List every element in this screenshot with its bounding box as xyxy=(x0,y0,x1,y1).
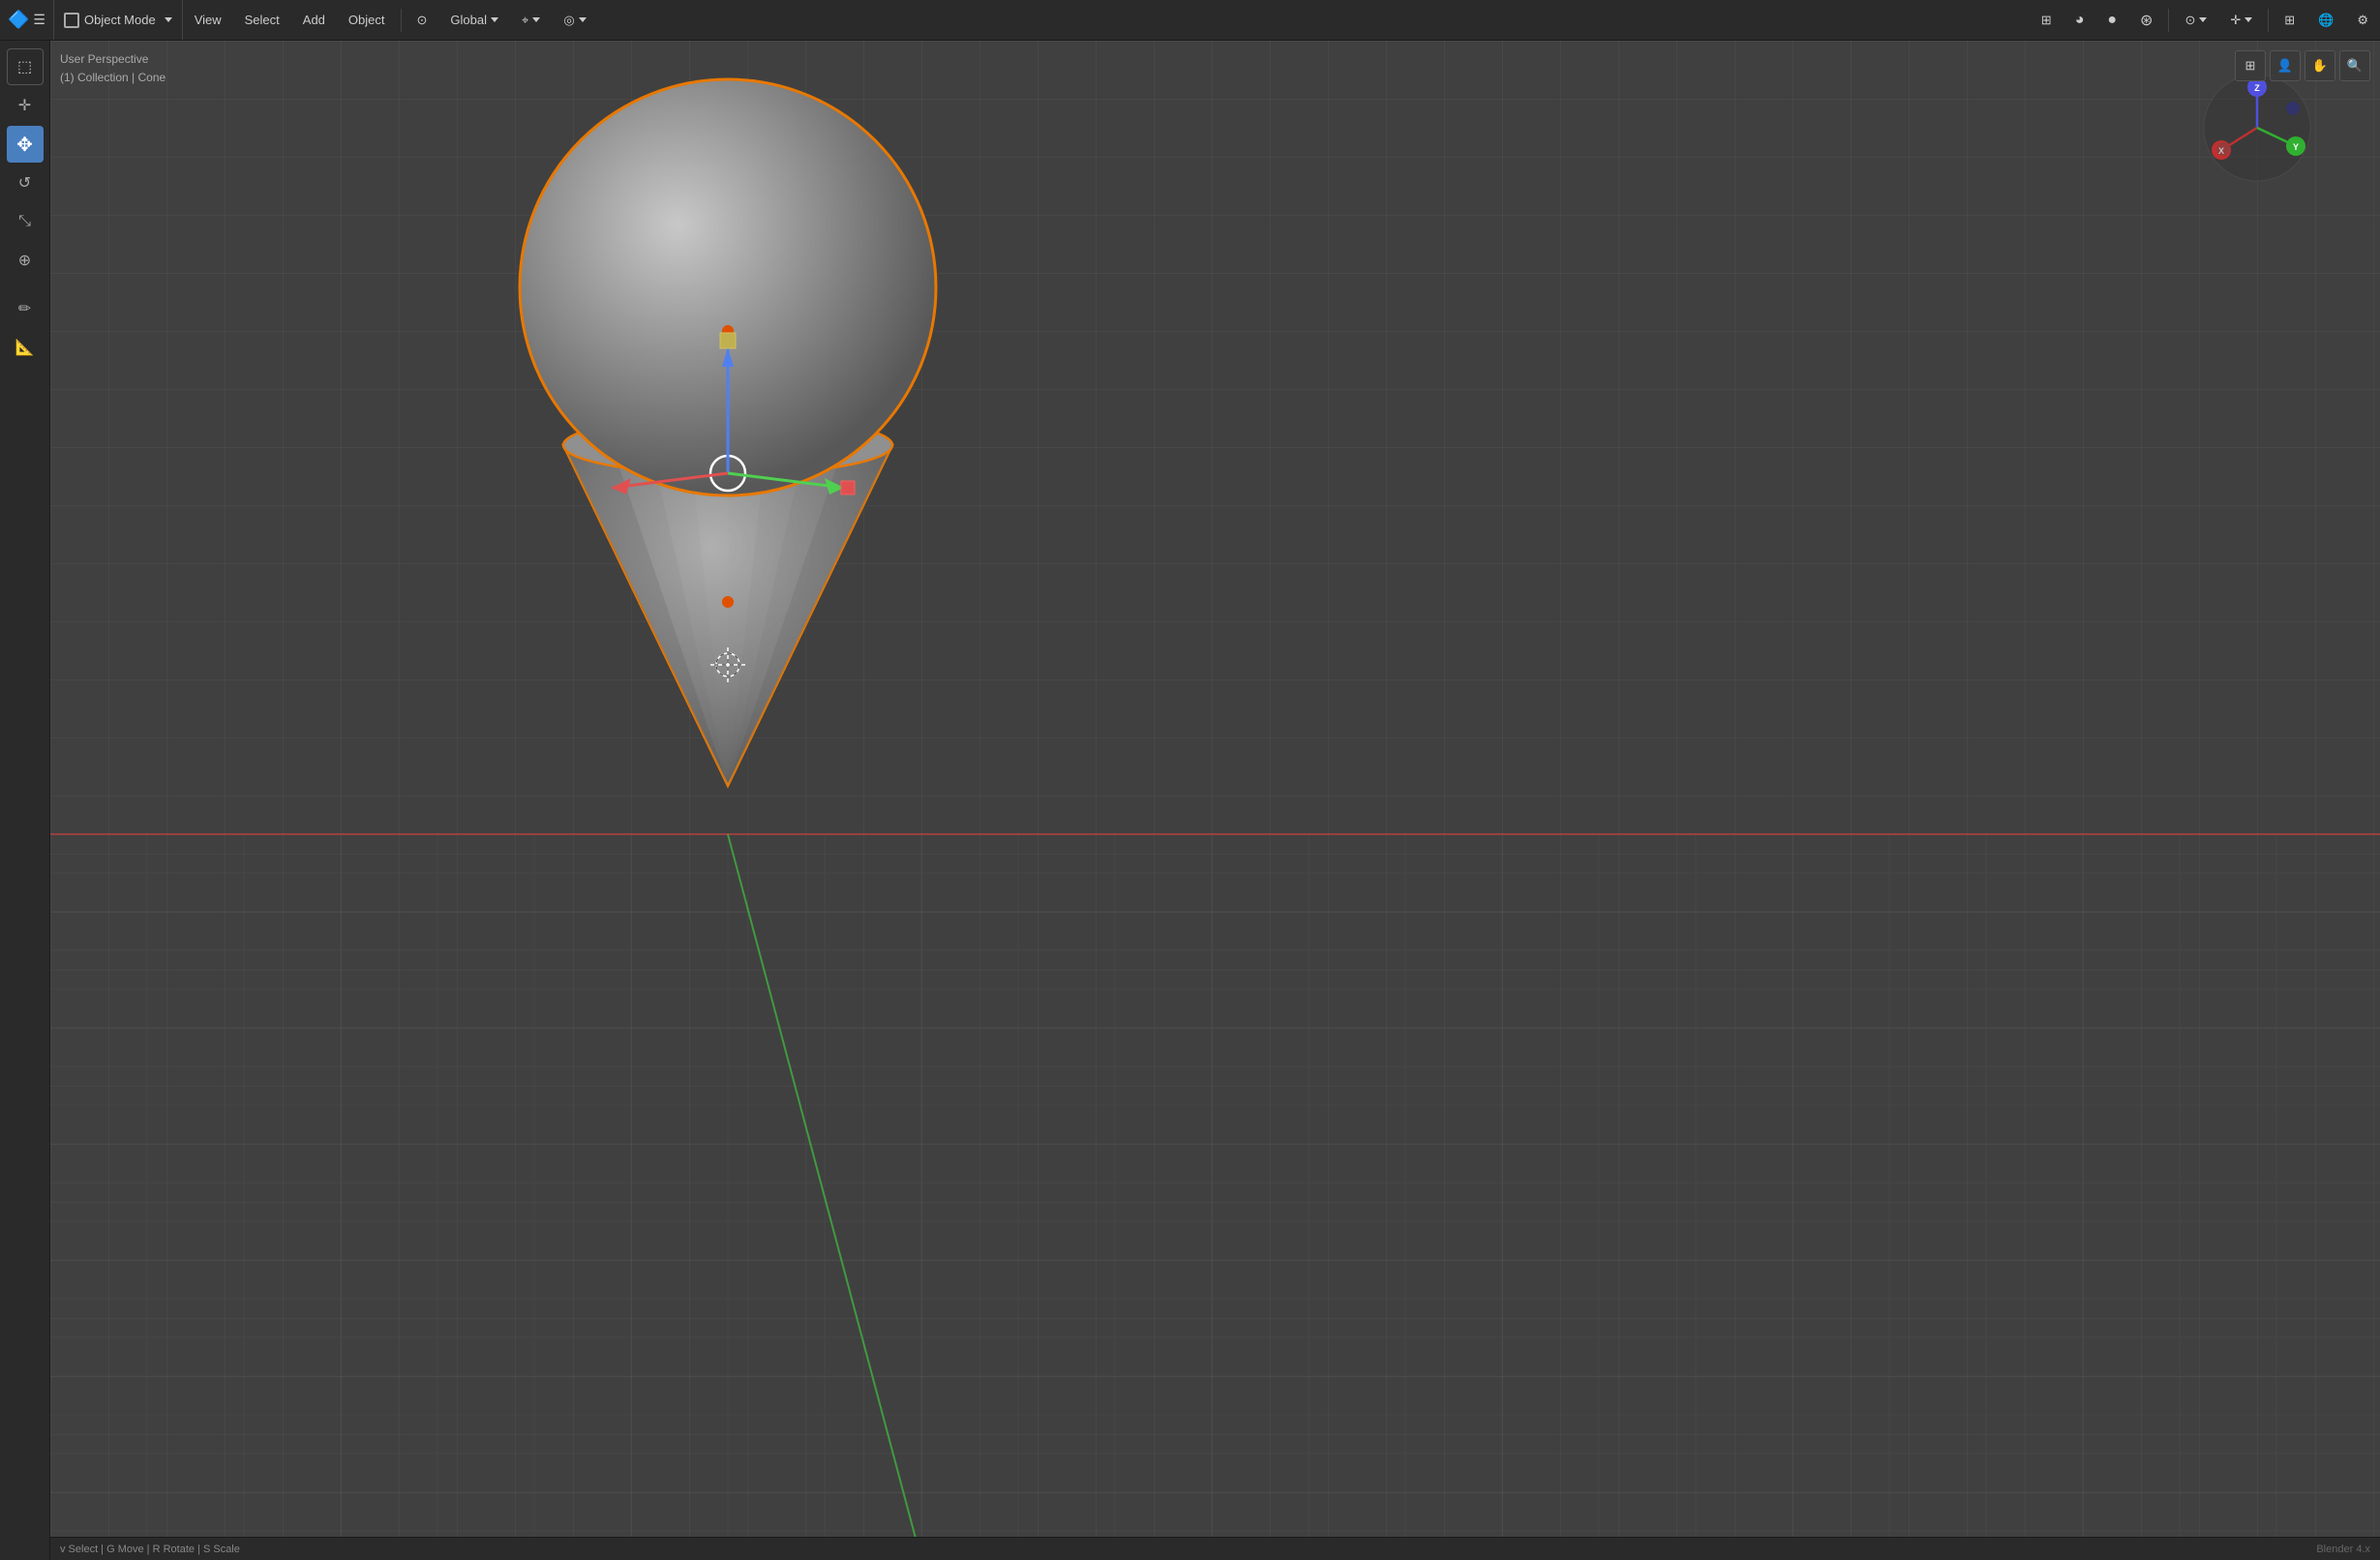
pivot-icon: ⊙ xyxy=(417,13,428,28)
shading-solid-icon: ◕ xyxy=(2075,12,2085,29)
transform-tool[interactable]: ⊕ xyxy=(7,242,44,279)
select-box-tool[interactable]: ⬚ xyxy=(7,48,44,85)
measure-tool[interactable]: 📐 xyxy=(7,329,44,366)
menu-view[interactable]: View xyxy=(183,0,233,40)
gizmo-arrow xyxy=(2244,17,2252,22)
transform-icon: ⊕ xyxy=(18,251,31,270)
editor-type-icon: ⊞ xyxy=(2041,13,2052,28)
viewport-info: User Perspective (1) Collection | Cone xyxy=(60,50,166,87)
overlay-icon: ⊙ xyxy=(2184,13,2195,28)
viewport-top-right-buttons: ⊞ 👤 ✋ 🔍 xyxy=(2235,50,2370,81)
move-icon: ✥ xyxy=(16,133,33,157)
settings-icon-btn[interactable]: ⚙ xyxy=(2345,0,2380,40)
grid-lines-h xyxy=(50,834,2380,1560)
cone-origin xyxy=(722,596,734,608)
viewport-zoom-btn[interactable]: 🔍 xyxy=(2339,50,2370,81)
sep1 xyxy=(401,9,402,32)
gizmo-toggle[interactable]: ✛ xyxy=(2218,0,2264,40)
svg-text:Z: Z xyxy=(2254,83,2260,93)
mode-label: Object Mode xyxy=(84,13,156,27)
sep-right2 xyxy=(2268,9,2269,32)
cursor-tool[interactable]: ✛ xyxy=(7,87,44,124)
gizmo-icon: ✛ xyxy=(2230,13,2241,28)
engine-selector[interactable]: 🔷 ☰ xyxy=(0,0,54,40)
viewport-camera-btn[interactable]: 👤 xyxy=(2270,50,2301,81)
measure-icon: 📐 xyxy=(15,338,35,357)
transform-orientation[interactable]: Global xyxy=(438,0,510,40)
viewport-status: v Select | G Move | R Rotate | S Scale B… xyxy=(50,1537,2380,1560)
toolbar-right: ⊞ ◕ ● ⊛ ⊙ ✛ ⊞ 🌐 ⚙ xyxy=(2030,0,2380,40)
viewport-hand-btn[interactable]: ✋ xyxy=(2305,50,2335,81)
object-mode-dropdown[interactable]: Object Mode xyxy=(54,0,183,40)
scene-svg: Z X Y xyxy=(50,41,2380,1560)
mode-dropdown-arrow xyxy=(165,17,172,22)
menu-object[interactable]: Object xyxy=(337,0,397,40)
menu-icon: ☰ xyxy=(33,12,45,28)
sep-right xyxy=(2168,9,2169,32)
viewport-grid-btn[interactable]: ⊞ xyxy=(2235,50,2266,81)
render-icon-btn[interactable]: 🌐 xyxy=(2306,0,2345,40)
top-toolbar: 🔷 ☰ Object Mode View Select Add Object ⊙… xyxy=(0,0,2380,41)
viewport-shading-rendered[interactable]: ⊛ xyxy=(2128,0,2164,40)
viewport-shading-material[interactable]: ● xyxy=(2095,0,2128,40)
transform-orientation-label: Global xyxy=(450,13,487,27)
collection-label: (1) Collection | Cone xyxy=(60,69,166,87)
perspective-label: User Perspective xyxy=(60,50,166,69)
status-left: v Select | G Move | R Rotate | S Scale xyxy=(60,1544,240,1555)
quad-view[interactable]: ⊞ xyxy=(2273,0,2306,40)
annotate-icon: ✏ xyxy=(18,299,31,318)
left-toolbar: ⬚ ✛ ✥ ↺ ⤡ ⊕ ✏ 📐 xyxy=(0,41,50,1560)
svg-text:Y: Y xyxy=(2293,142,2299,152)
pivot-point[interactable]: ⊙ xyxy=(406,0,439,40)
overlay-toggle[interactable]: ⊙ xyxy=(2173,0,2218,40)
mode-icon xyxy=(64,13,79,28)
settings-icon: ⚙ xyxy=(2357,13,2368,28)
proportional-icon: ◎ xyxy=(563,13,574,28)
snap-arrow xyxy=(532,17,540,22)
annotate-tool[interactable]: ✏ xyxy=(7,290,44,327)
quad-view-icon: ⊞ xyxy=(2284,13,2295,28)
rotate-icon: ↺ xyxy=(18,173,31,193)
rotate-tool[interactable]: ↺ xyxy=(7,165,44,201)
prop-arrow xyxy=(579,17,587,22)
render-icon: 🌐 xyxy=(2318,13,2334,28)
editor-type[interactable]: ⊞ xyxy=(2030,0,2064,40)
snap-toggle[interactable]: ⌖ xyxy=(510,0,552,40)
proportional-editing[interactable]: ◎ xyxy=(552,0,597,40)
select-box-icon: ⬚ xyxy=(17,57,32,76)
shading-material-icon: ● xyxy=(2107,12,2117,29)
3d-viewport[interactable]: Z X Y User Perspective (1) Collection | … xyxy=(50,41,2380,1560)
menu-add[interactable]: Add xyxy=(291,0,337,40)
overlay-arrow xyxy=(2199,17,2207,22)
move-tool[interactable]: ✥ xyxy=(7,126,44,163)
blender-logo-icon: 🔷 xyxy=(8,10,29,30)
shading-rendered-icon: ⊛ xyxy=(2140,11,2153,30)
orient-arrow xyxy=(491,17,498,22)
scale-tool[interactable]: ⤡ xyxy=(7,203,44,240)
cursor-icon: ✛ xyxy=(18,96,31,115)
menu-select[interactable]: Select xyxy=(233,0,291,40)
nav-gizmo[interactable]: Z X Y xyxy=(2204,75,2310,181)
viewport-shading-solid[interactable]: ◕ xyxy=(2064,0,2096,40)
scale-icon: ⤡ xyxy=(18,213,31,230)
status-right: Blender 4.x xyxy=(2316,1544,2370,1555)
snap-icon: ⌖ xyxy=(522,13,528,28)
